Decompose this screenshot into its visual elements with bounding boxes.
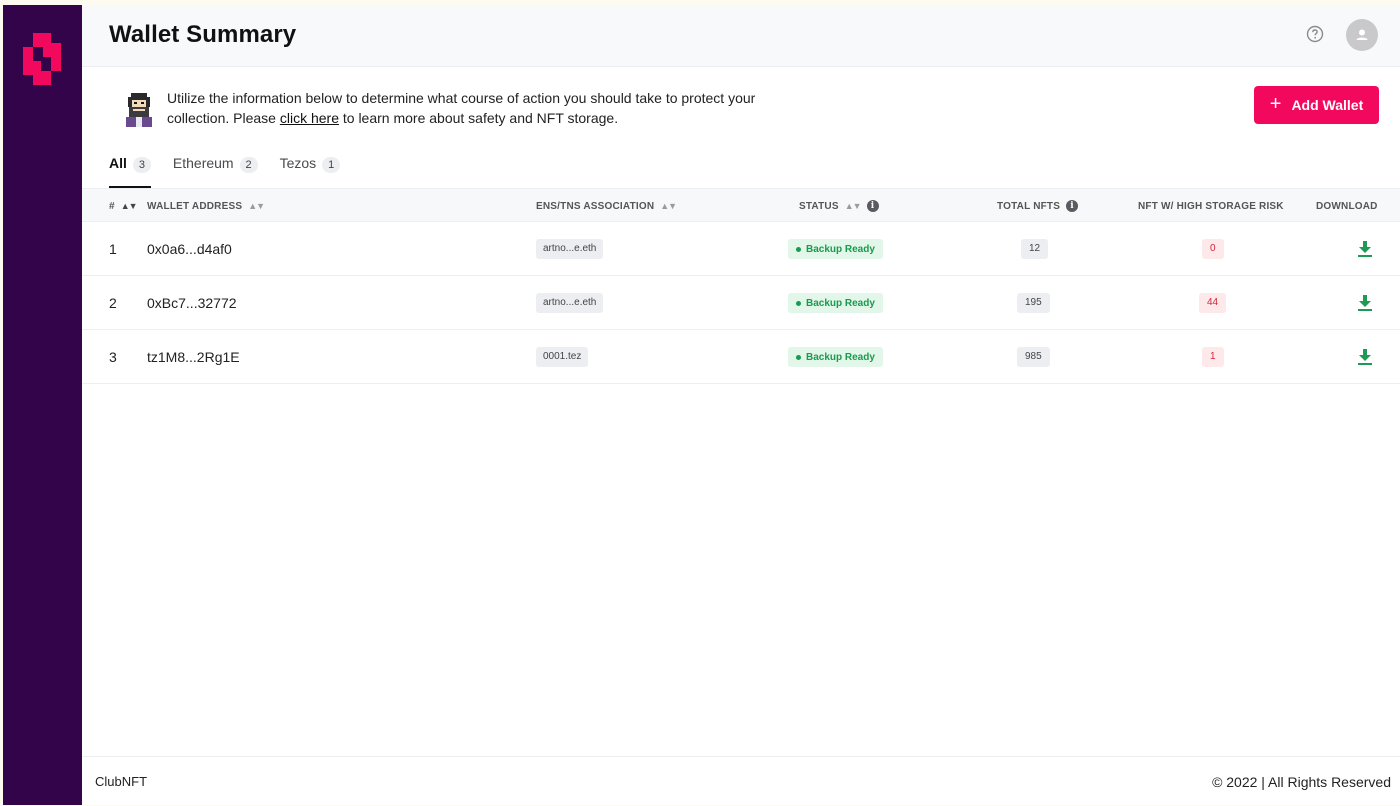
row-index: 3	[109, 349, 117, 365]
sort-icon: ▲▼	[248, 201, 265, 211]
high-risk-badge: 1	[1202, 347, 1224, 367]
add-wallet-button[interactable]: + Add Wallet	[1254, 86, 1379, 124]
info-icon[interactable]: i	[866, 200, 879, 212]
sidebar	[3, 5, 82, 805]
info-icon[interactable]: i	[1066, 200, 1079, 212]
table-row: 3 tz1M8...2Rg1E 0001.tez Backup Ready 98…	[82, 330, 1400, 384]
column-header-wallet-address[interactable]: WALLET ADDRESS ▲▼	[147, 189, 265, 223]
column-header-high-risk: NFT W/ HIGH STORAGE RISK	[1138, 189, 1284, 223]
total-nfts-badge: 12	[1021, 239, 1049, 259]
column-header-index[interactable]: # ▲▼	[109, 189, 138, 223]
table-header: # ▲▼ WALLET ADDRESS ▲▼ ENS/TNS ASSOCIATI…	[82, 188, 1400, 222]
column-label: STATUS	[799, 200, 839, 212]
tab-tezos[interactable]: Tezos 1	[280, 150, 341, 188]
wallet-address: tz1M8...2Rg1E	[147, 349, 240, 365]
tab-count-badge: 2	[239, 157, 258, 173]
status-dot	[796, 300, 801, 306]
user-avatar-icon[interactable]	[1346, 19, 1378, 51]
page-title: Wallet Summary	[109, 21, 297, 48]
column-header-ens[interactable]: ENS/TNS ASSOCIATION ▲▼	[536, 189, 677, 223]
footer: ClubNFT © 2022 | All Rights Reserved	[82, 756, 1400, 805]
table-row: 2 0xBc7...32772 artno...e.eth Backup Rea…	[82, 276, 1400, 330]
tab-label: All	[109, 155, 127, 171]
column-label: TOTAL NFTS	[997, 200, 1061, 212]
wallet-tabs: All 3 Ethereum 2 Tezos 1	[109, 150, 362, 188]
sort-icon: ▲▼	[660, 201, 677, 211]
status-dot	[796, 246, 801, 252]
ens-badge: artno...e.eth	[536, 239, 604, 259]
wallet-address: 0xBc7...32772	[147, 295, 237, 311]
ens-badge: 0001.tez	[536, 347, 589, 367]
wallet-table: # ▲▼ WALLET ADDRESS ▲▼ ENS/TNS ASSOCIATI…	[82, 188, 1400, 384]
tab-ethereum[interactable]: Ethereum 2	[173, 150, 258, 188]
high-risk-badge: 44	[1199, 293, 1227, 313]
download-icon[interactable]	[1357, 276, 1373, 330]
column-label: WALLET ADDRESS	[147, 200, 243, 212]
column-label: #	[109, 200, 115, 212]
column-header-status[interactable]: STATUS ▲▼ i	[799, 189, 879, 223]
tab-label: Tezos	[279, 155, 317, 171]
table-row: 1 0x0a6...d4af0 artno...e.eth Backup Rea…	[82, 222, 1400, 276]
column-header-total-nfts: TOTAL NFTS i	[997, 189, 1079, 223]
total-nfts-badge: 985	[1017, 347, 1050, 367]
column-label: NFT W/ HIGH STORAGE RISK	[1138, 200, 1284, 212]
ens-badge: artno...e.eth	[536, 293, 604, 313]
status-badge: Backup Ready	[788, 347, 883, 367]
column-label: DOWNLOAD	[1316, 200, 1378, 212]
pixel-character-icon	[126, 93, 152, 127]
footer-brand: ClubNFT	[95, 774, 148, 789]
status-label: Backup Ready	[806, 351, 875, 363]
column-header-download: DOWNLOAD	[1316, 189, 1378, 223]
add-wallet-label: Add Wallet	[1291, 97, 1364, 113]
row-index: 1	[109, 241, 117, 257]
wallet-address: 0x0a6...d4af0	[147, 241, 232, 257]
status-label: Backup Ready	[806, 297, 875, 309]
column-label: ENS/TNS ASSOCIATION	[536, 200, 655, 212]
status-badge: Backup Ready	[788, 293, 883, 313]
download-icon[interactable]	[1357, 330, 1373, 384]
tab-count-badge: 3	[132, 157, 151, 173]
clubnft-logo-icon[interactable]	[21, 31, 63, 87]
question-circle-icon[interactable]	[1306, 25, 1324, 43]
click-here-link[interactable]: click here	[280, 110, 339, 126]
tab-count-badge: 1	[322, 157, 341, 173]
plus-icon: +	[1269, 93, 1282, 115]
info-text: Utilize the information below to determi…	[167, 88, 787, 128]
sort-icon: ▲▼	[844, 201, 862, 211]
status-badge: Backup Ready	[788, 239, 883, 259]
row-index: 2	[109, 295, 117, 311]
download-icon[interactable]	[1357, 222, 1373, 276]
footer-copyright: © 2022 | All Rights Reserved	[1212, 774, 1391, 790]
high-risk-badge: 0	[1202, 239, 1224, 259]
status-label: Backup Ready	[806, 243, 875, 255]
tab-all[interactable]: All 3	[109, 150, 151, 188]
main-panel: Wallet Summary Utilize the information b…	[82, 5, 1400, 805]
header: Wallet Summary	[82, 5, 1400, 67]
total-nfts-badge: 195	[1017, 293, 1050, 313]
tab-label: Ethereum	[172, 155, 234, 171]
status-dot	[796, 354, 801, 360]
info-text-after: to learn more about safety and NFT stora…	[338, 110, 619, 126]
sort-icon: ▲▼	[120, 201, 138, 211]
